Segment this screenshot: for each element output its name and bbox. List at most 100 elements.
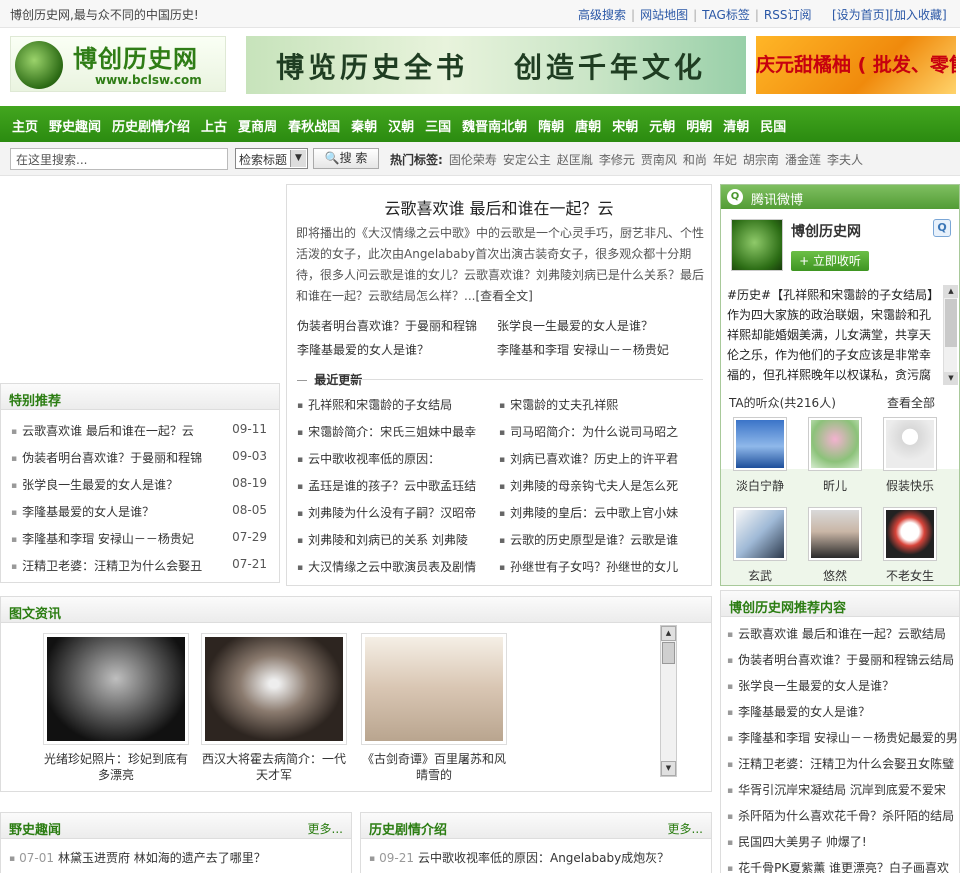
nav-item[interactable]: 秦朝	[351, 116, 377, 135]
follower-name[interactable]: 不老女生	[879, 567, 941, 584]
follower-name[interactable]: 淡白宁静	[729, 477, 791, 494]
search-input[interactable]	[10, 148, 228, 170]
search-button[interactable]: 🔍搜 索	[313, 148, 379, 169]
follower-name[interactable]: 假装快乐	[879, 477, 941, 494]
avatar[interactable]	[731, 219, 783, 271]
hot-tag-link[interactable]: 固伦荣寿	[449, 153, 497, 167]
nav-item[interactable]: 唐朝	[575, 116, 601, 135]
follower-avatar[interactable]	[808, 417, 862, 471]
nav-item[interactable]: 魏晋南北朝	[462, 116, 527, 135]
recent-update-link[interactable]: 宋霭龄简介：宋氏三姐妹中最幸	[297, 423, 493, 440]
hot-tag-link[interactable]: 和尚	[683, 153, 707, 167]
recommend-link[interactable]: 杀阡陌为什么喜欢花千骨？杀阡陌的结局	[727, 807, 957, 824]
nav-item[interactable]: 清朝	[723, 116, 749, 135]
follower-name[interactable]: 玄武	[729, 567, 791, 584]
nav-item[interactable]: 宋朝	[612, 116, 638, 135]
recent-update-link[interactable]: 孟珏是谁的孩子？云中歌孟珏结	[297, 477, 493, 494]
related-link[interactable]: 李隆基和李瑁 安禄山－－杨贵妃	[497, 341, 697, 358]
nav-item[interactable]: 历史剧情介绍	[112, 116, 190, 135]
follower-avatar[interactable]	[808, 507, 862, 561]
list-item[interactable]: 09-21 云中歌收视率低的原因：Angelababy成炮灰？	[369, 849, 669, 866]
advanced-search-link[interactable]: 高级搜索	[578, 8, 626, 22]
nav-item[interactable]: 野史趣闻	[49, 116, 101, 135]
recent-update-link[interactable]: 大汉情缘之云中歌演员表及剧情	[297, 558, 493, 575]
sitemap-link[interactable]: 网站地图	[640, 8, 688, 22]
hot-tag-link[interactable]: 潘金莲	[785, 153, 821, 167]
image-news-scrollbar[interactable]: ▲ ▼	[660, 625, 677, 777]
nav-item[interactable]: 主页	[12, 116, 38, 135]
news-caption[interactable]: 光绪珍妃照片：珍妃到底有多漂亮	[41, 751, 191, 783]
recent-update-link[interactable]: 云歌的历史原型是谁？云歌是谁	[499, 531, 695, 548]
follower-avatar[interactable]	[733, 507, 787, 561]
nav-item[interactable]: 元朝	[649, 116, 675, 135]
recent-update-link[interactable]: 孔祥熙和宋霭龄的子女结局	[297, 396, 493, 413]
list-item[interactable]: 李隆基最爱的女人是谁？ 08-05	[11, 503, 273, 520]
nav-item[interactable]: 三国	[425, 116, 451, 135]
related-link[interactable]: 张学良一生最爱的女人是谁？	[497, 317, 697, 334]
recent-update-link[interactable]: 云中歌收视率低的原因：	[297, 450, 493, 467]
nav-item[interactable]: 明朝	[686, 116, 712, 135]
rss-link[interactable]: RSS订阅	[764, 8, 812, 22]
related-link[interactable]: 李隆基最爱的女人是谁？	[297, 341, 497, 358]
read-more-link[interactable]: [查看全文]	[475, 289, 532, 303]
list-item[interactable]: 云歌喜欢谁 最后和谁在一起？云 09-11	[11, 422, 273, 439]
nav-item[interactable]: 春秋战国	[288, 116, 340, 135]
add-favorite-link[interactable]: [加入收藏]	[889, 8, 946, 22]
follower-name[interactable]: 悠然	[804, 567, 866, 584]
nav-item[interactable]: 民国	[760, 116, 786, 135]
nav-item[interactable]: 汉朝	[388, 116, 414, 135]
site-logo[interactable]: 博创历史网 www.bclsw.com	[10, 36, 226, 92]
recent-update-link[interactable]: 刘病已喜欢谁？历史上的许平君	[499, 450, 695, 467]
scroll-up-icon[interactable]: ▲	[661, 626, 676, 641]
news-thumbnail[interactable]	[201, 633, 347, 745]
recommend-link[interactable]: 张学良一生最爱的女人是谁？	[727, 677, 957, 694]
item-title[interactable]: 云中歌收视率低的原因：Angelababy成炮灰？	[418, 851, 669, 865]
scroll-down-icon[interactable]: ▼	[661, 761, 676, 776]
yeshi-more-link[interactable]: 更多...	[308, 820, 343, 837]
list-item[interactable]: 汪精卫老婆：汪精卫为什么会娶丑 07-21	[11, 557, 273, 574]
nav-item[interactable]: 夏商周	[238, 116, 277, 135]
recent-update-link[interactable]: 孙继世有子女吗？孙继世的女儿	[499, 558, 695, 575]
recent-update-link[interactable]: 刘弗陵为什么没有子嗣？汉昭帝	[297, 504, 493, 521]
item-title[interactable]: 李隆基和李瑁 安禄山－－杨贵妃	[11, 530, 211, 547]
related-link[interactable]: 伪装者明台喜欢谁？于曼丽和程锦	[297, 317, 497, 334]
list-item[interactable]: 伪装者明台喜欢谁？于曼丽和程锦 09-03	[11, 449, 273, 466]
tag-link[interactable]: TAG标签	[702, 8, 750, 22]
weibo-account-name[interactable]: 博创历史网	[791, 221, 861, 241]
hot-tag-link[interactable]: 胡宗南	[743, 153, 779, 167]
weibo-brand-icon[interactable]: Q	[933, 219, 951, 237]
view-all-link[interactable]: 查看全部	[887, 394, 935, 411]
weibo-post-scrollbar[interactable]: ▲ ▼	[943, 285, 958, 385]
item-title[interactable]: 李隆基最爱的女人是谁？	[11, 503, 211, 520]
item-title[interactable]: 林黛玉进贾府 林如海的遗产去了哪里？	[58, 851, 266, 865]
scroll-up-icon[interactable]: ▲	[944, 285, 958, 298]
follower-avatar[interactable]	[733, 417, 787, 471]
follower-item[interactable]: 昕儿	[804, 417, 866, 494]
recommend-link[interactable]: 李隆基最爱的女人是谁？	[727, 703, 957, 720]
list-item[interactable]: 李隆基和李瑁 安禄山－－杨贵妃 07-29	[11, 530, 273, 547]
recommend-link[interactable]: 云歌喜欢谁 最后和谁在一起？云歌结局	[727, 625, 957, 642]
list-item[interactable]: 07-01 林黛玉进贾府 林如海的遗产去了哪里？	[9, 849, 266, 866]
follower-avatar[interactable]	[883, 507, 937, 561]
juqing-more-link[interactable]: 更多...	[668, 820, 703, 837]
follow-button[interactable]: + 立即收听	[791, 251, 869, 271]
hot-tag-link[interactable]: 年妃	[713, 153, 737, 167]
hot-tag-link[interactable]: 贾南风	[641, 153, 677, 167]
hot-tag-link[interactable]: 赵匡胤	[557, 153, 593, 167]
nav-item[interactable]: 隋朝	[538, 116, 564, 135]
follower-item[interactable]: 玄武	[729, 507, 791, 584]
nav-item[interactable]: 上古	[201, 116, 227, 135]
scroll-down-icon[interactable]: ▼	[944, 372, 958, 385]
list-item[interactable]: 张学良一生最爱的女人是谁？ 08-19	[11, 476, 273, 493]
follower-avatar[interactable]	[883, 417, 937, 471]
follower-item[interactable]: 淡白宁静	[729, 417, 791, 494]
news-caption[interactable]: 西汉大将霍去病简介：一代天才军	[199, 751, 349, 783]
recommend-link[interactable]: 伪装者明台喜欢谁？于曼丽和程锦云结局	[727, 651, 957, 668]
hot-tag-link[interactable]: 李夫人	[827, 153, 863, 167]
news-caption[interactable]: 《古剑奇谭》百里屠苏和风晴雪的	[359, 751, 509, 783]
news-thumbnail[interactable]	[43, 633, 189, 745]
set-home-link[interactable]: [设为首页]	[832, 8, 889, 22]
follower-name[interactable]: 昕儿	[804, 477, 866, 494]
item-title[interactable]: 伪装者明台喜欢谁？于曼丽和程锦	[11, 449, 211, 466]
recent-update-link[interactable]: 司马昭简介：为什么说司马昭之	[499, 423, 695, 440]
